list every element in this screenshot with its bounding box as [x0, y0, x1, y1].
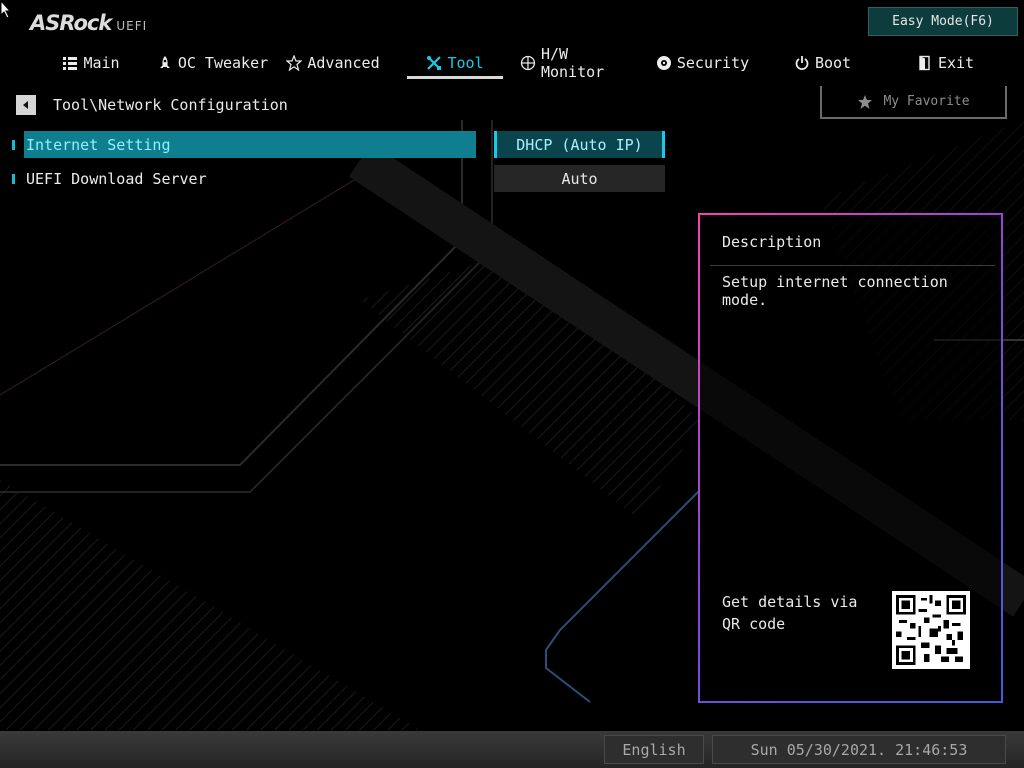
star-icon: [286, 55, 303, 71]
setting-uefi-download-server-value[interactable]: Auto: [494, 165, 665, 192]
tab-label: OC Tweaker: [177, 54, 269, 72]
active-tab-indicator: [407, 76, 503, 79]
qr-code: [892, 591, 970, 669]
star-icon: [858, 94, 873, 109]
tab-tool[interactable]: Tool: [407, 48, 503, 78]
datetime-display: Sun 05/30/2021. 21:46:53: [712, 735, 1006, 764]
logo-suffix: UEFI: [116, 19, 148, 33]
setting-internet-setting-value[interactable]: DHCP (Auto IP): [494, 131, 665, 158]
row-marker: [12, 140, 15, 150]
tab-label: Tool: [447, 54, 484, 72]
row-marker: [12, 174, 15, 184]
description-panel: Description Setup internet connection mo…: [698, 213, 1003, 703]
tab-label: Exit: [937, 54, 975, 72]
qr-caption: Get details via QR code: [722, 593, 858, 633]
asrock-logo: ASRock UEFI: [30, 11, 147, 35]
tab-label: Main: [83, 54, 120, 72]
tab-label: Boot: [814, 54, 852, 72]
tab-advanced[interactable]: Advanced: [283, 48, 383, 78]
easy-mode-button[interactable]: Easy Mode(F6): [868, 7, 1018, 36]
favorite-label: My Favorite: [883, 94, 970, 109]
monitor-icon: [520, 55, 536, 71]
tab-security[interactable]: Security: [655, 48, 750, 78]
tab-exit[interactable]: Exit: [913, 48, 978, 78]
description-text: Setup internet connection mode.: [722, 273, 948, 309]
back-button[interactable]: [16, 95, 36, 115]
breadcrumb: Tool\Network Configuration: [53, 96, 288, 114]
setting-label: UEFI Download Server: [26, 169, 207, 188]
description-divider: [710, 265, 995, 266]
power-icon: [795, 56, 809, 70]
tab-main[interactable]: Main: [56, 48, 126, 78]
setting-label: Internet Setting: [26, 135, 171, 154]
rocket-icon: [159, 56, 170, 68]
tab-hw-monitor[interactable]: H/W Monitor: [520, 45, 640, 81]
tab-label: H/W Monitor: [540, 45, 605, 81]
my-favorite-button[interactable]: My Favorite: [820, 86, 1007, 119]
tools-icon: [427, 56, 442, 70]
setting-uefi-download-server[interactable]: UEFI Download Server: [24, 165, 207, 192]
list-icon: [63, 57, 78, 70]
tab-label: Advanced: [307, 54, 380, 72]
description-title: Description: [722, 233, 822, 251]
arrow-left-icon: [23, 101, 28, 109]
qr-code-icon: [896, 595, 966, 665]
setting-internet-setting[interactable]: Internet Setting: [24, 131, 476, 158]
tab-oc-tweaker[interactable]: OC Tweaker: [155, 48, 270, 78]
mouse-cursor-icon: [0, 0, 12, 19]
tab-label: Security: [676, 54, 750, 72]
shield-icon: [656, 56, 671, 70]
tab-boot[interactable]: Boot: [790, 48, 855, 78]
exit-icon: [919, 55, 930, 71]
language-button[interactable]: English: [604, 735, 704, 764]
logo-text: ASRock: [30, 11, 112, 35]
